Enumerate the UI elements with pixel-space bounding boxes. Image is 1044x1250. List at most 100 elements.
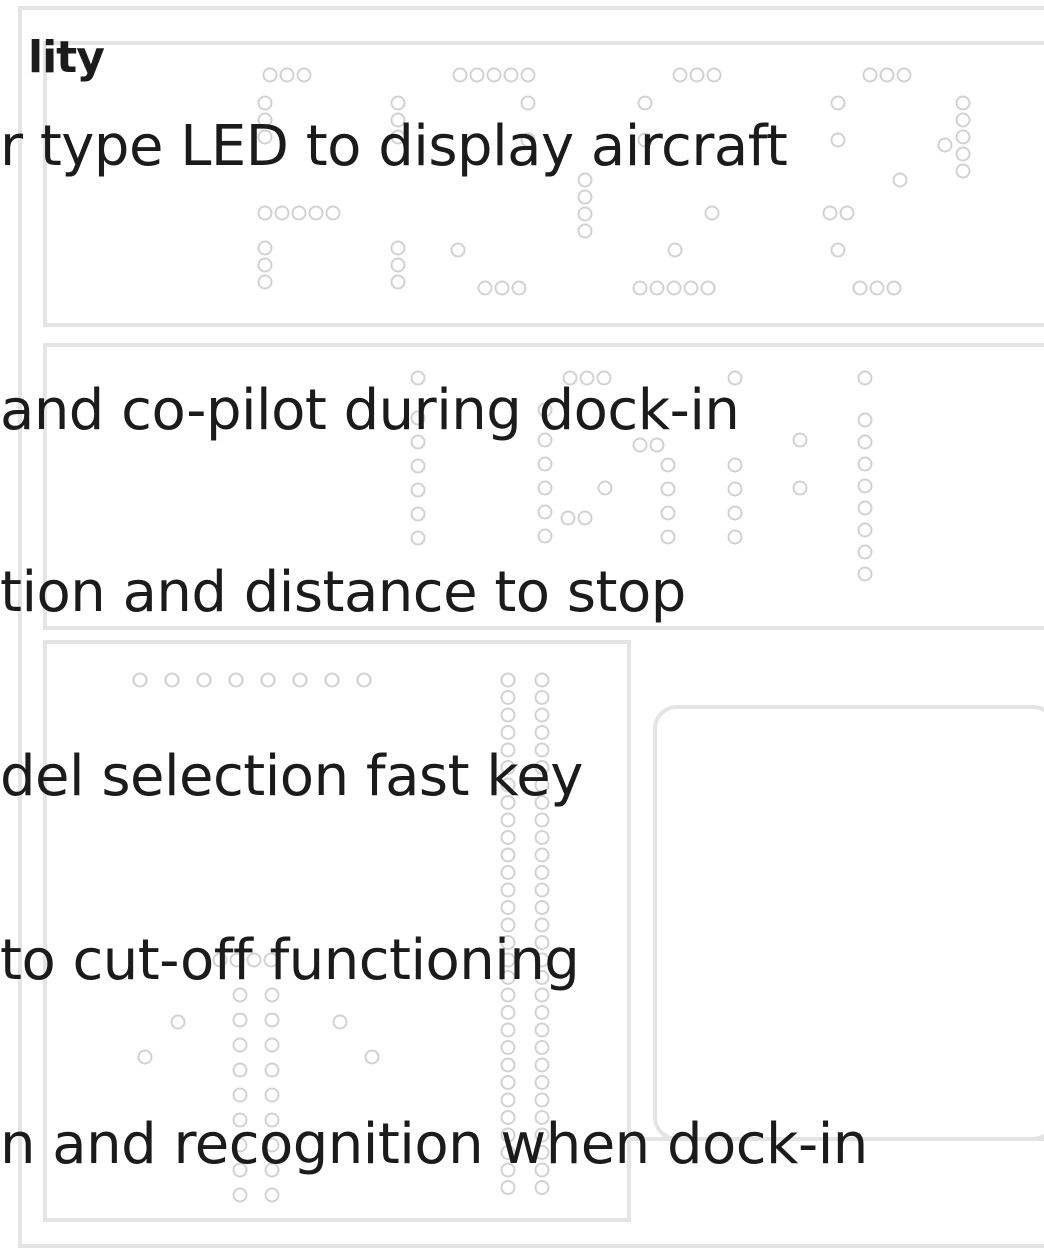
led-dot [279, 67, 295, 83]
led-dot [292, 672, 308, 688]
led-dot [196, 672, 212, 688]
led-dot [332, 1014, 348, 1030]
led-dot [792, 480, 808, 496]
led-dot [534, 1022, 550, 1038]
led-dot [534, 882, 550, 898]
led-dot [477, 280, 493, 296]
led-dot [308, 205, 324, 221]
led-dot [264, 1012, 280, 1028]
led-dot [577, 223, 593, 239]
led-dot [857, 522, 873, 538]
led-dot [324, 672, 340, 688]
led-dot [560, 510, 576, 526]
led-dot [534, 830, 550, 845]
led-dot [410, 458, 426, 474]
led-dot [534, 690, 550, 705]
led-dot [852, 280, 868, 296]
led-dot [857, 544, 873, 560]
led-dot [955, 146, 971, 162]
led-dot [857, 456, 873, 472]
led-dot [886, 280, 902, 296]
led-dot [291, 205, 307, 221]
led-dot [667, 242, 683, 258]
led-dot [450, 242, 466, 258]
led-dot [534, 1092, 550, 1108]
led-dot [390, 274, 406, 290]
led-dot [452, 67, 468, 83]
led-dot-matrix [132, 67, 971, 1203]
led-dot [857, 412, 873, 428]
led-dot [534, 1005, 550, 1020]
led-dot [262, 67, 278, 83]
led-dot [869, 280, 885, 296]
led-dot [792, 432, 808, 448]
led-dot [410, 506, 426, 522]
led-dot [364, 1049, 380, 1065]
led-dot [839, 205, 855, 221]
led-dot [500, 1005, 516, 1020]
led-dot [232, 1062, 248, 1078]
feature-line-6: n and recognition when dock-in [0, 1112, 868, 1177]
led-dot [892, 172, 908, 188]
led-dot [896, 67, 912, 83]
led-dot [632, 280, 648, 296]
led-dot [264, 1037, 280, 1053]
led-dot [410, 530, 426, 546]
led-dot [500, 1022, 516, 1038]
led-dot [500, 1057, 516, 1073]
led-dot [500, 1092, 516, 1108]
led-dot [660, 481, 676, 497]
feature-line-4: del selection fast key [0, 744, 583, 809]
led-dot [534, 1057, 550, 1073]
led-dot [534, 707, 550, 723]
led-dot [232, 1037, 248, 1053]
led-dot [649, 280, 665, 296]
led-dot [660, 529, 676, 545]
led-dot [727, 529, 743, 545]
led-dot [264, 1062, 280, 1078]
led-dot [500, 865, 516, 880]
led-dot [500, 707, 516, 723]
led-dot [683, 280, 699, 296]
led-dot [577, 189, 593, 205]
led-dot [511, 280, 527, 296]
led-dot [704, 205, 720, 221]
led-dot [672, 67, 688, 83]
led-dot [534, 1075, 550, 1090]
led-dot [486, 67, 502, 83]
led-dot [520, 95, 536, 111]
led-dot [390, 95, 406, 111]
led-dot [637, 95, 653, 111]
led-dot [500, 672, 516, 688]
led-dot [390, 240, 406, 256]
led-dot [879, 67, 895, 83]
feature-line-5: to cut-off functioning [0, 928, 580, 993]
led-dot [500, 1075, 516, 1090]
led-dot [534, 1180, 550, 1195]
led-dot [264, 1087, 280, 1103]
led-dot [537, 456, 553, 472]
led-dot [500, 1180, 516, 1195]
led-dot [503, 67, 519, 83]
led-dot [534, 1040, 550, 1055]
led-dot [830, 132, 846, 148]
led-dot [232, 1087, 248, 1103]
led-dot [660, 457, 676, 473]
led-dot [727, 457, 743, 473]
led-dot [537, 480, 553, 496]
led-dot [500, 1040, 516, 1055]
led-dot [260, 672, 276, 688]
led-dot [494, 280, 510, 296]
led-dot [830, 95, 846, 111]
led-dot [822, 205, 838, 221]
led-dot [264, 1187, 280, 1203]
led-dot [257, 240, 273, 256]
led-dot [410, 482, 426, 498]
led-dot [857, 478, 873, 494]
led-dot [274, 205, 290, 221]
led-dot [862, 67, 878, 83]
led-dot [955, 95, 971, 111]
led-dot [857, 566, 873, 582]
led-dot [857, 434, 873, 450]
led-dot [469, 67, 485, 83]
